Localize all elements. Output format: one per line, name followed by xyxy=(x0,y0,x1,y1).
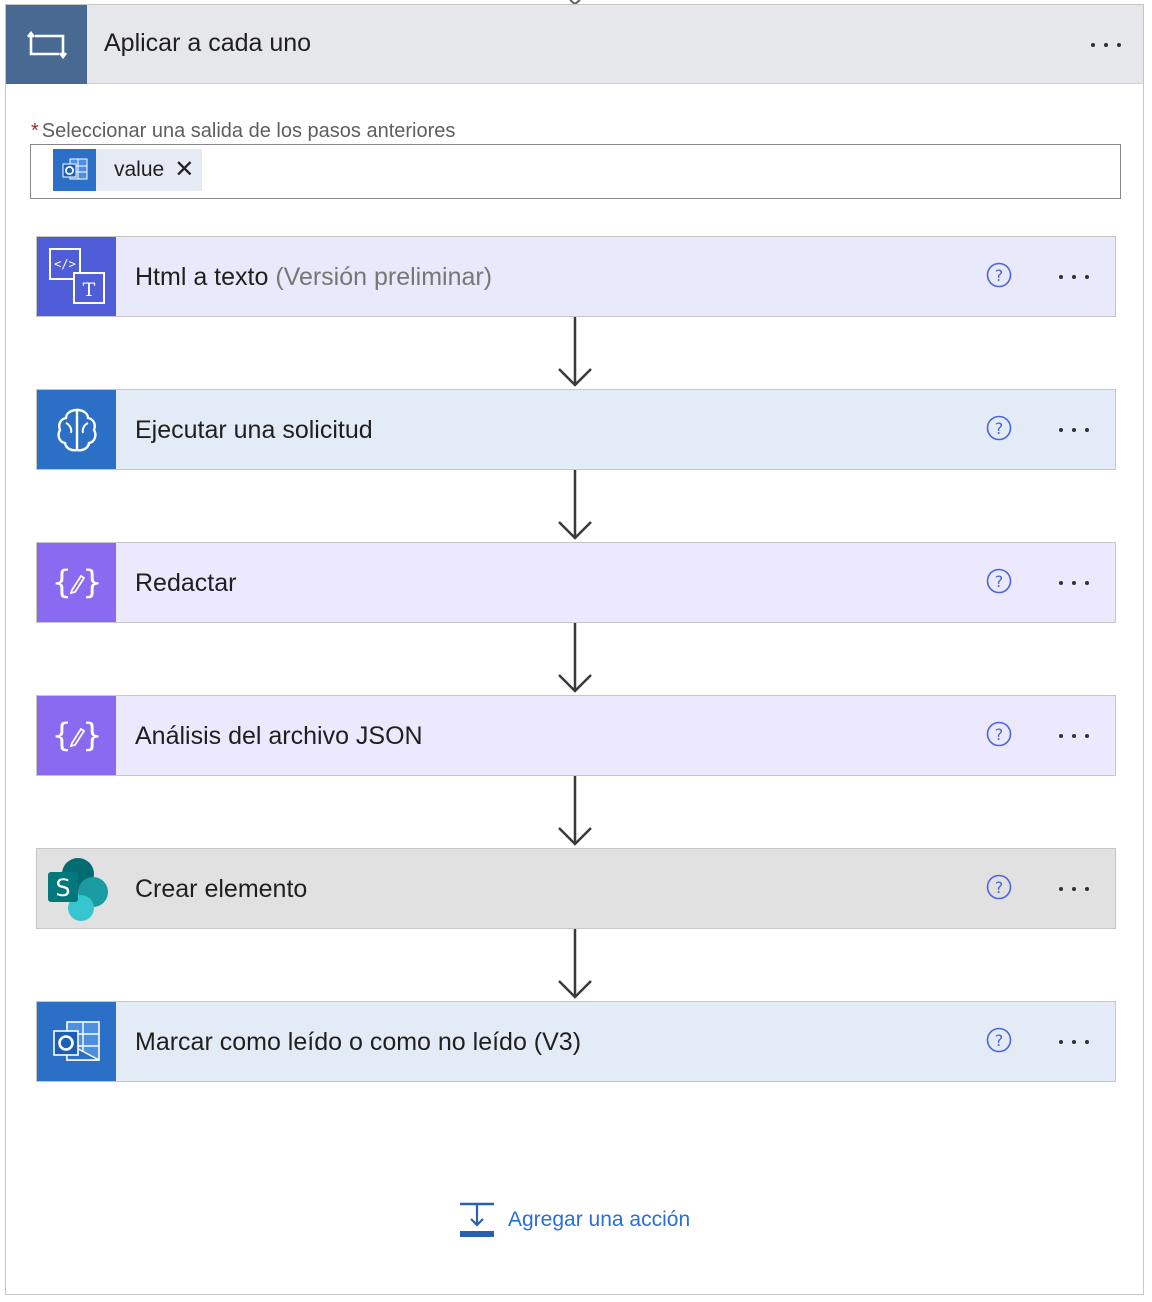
help-icon[interactable]: ? xyxy=(986,415,1012,441)
more-dot xyxy=(1104,43,1108,47)
more-dot xyxy=(1085,428,1089,432)
more-dot xyxy=(1085,887,1089,891)
connector-arrow xyxy=(558,317,592,387)
more-dot xyxy=(1059,275,1063,279)
action-card-html-to-text[interactable]: </> T Html a texto (Versión preliminar) … xyxy=(36,236,1116,317)
more-dot xyxy=(1059,428,1063,432)
help-icon[interactable]: ? xyxy=(986,568,1012,594)
loop-icon xyxy=(6,5,87,84)
add-action-button[interactable]: Agregar una acción xyxy=(458,1201,690,1239)
action-more-options-button[interactable] xyxy=(1059,581,1089,585)
svg-text:?: ? xyxy=(995,878,1004,897)
svg-text:</>: </> xyxy=(54,257,76,271)
add-action-label: Agregar una acción xyxy=(508,1208,691,1231)
compose-icon: { } xyxy=(37,543,116,622)
action-title-text: Html a texto xyxy=(135,263,269,291)
more-dot xyxy=(1085,1040,1089,1044)
more-dot xyxy=(1059,581,1063,585)
more-dot xyxy=(1085,581,1089,585)
help-icon[interactable]: ? xyxy=(986,262,1012,288)
svg-text:S: S xyxy=(55,874,70,902)
action-card-mark-read[interactable]: Marcar como leído o como no leído (V3) ? xyxy=(36,1001,1116,1082)
action-title: Marcar como leído o como no leído (V3) xyxy=(135,1028,582,1056)
more-dot xyxy=(1059,734,1063,738)
svg-text:T: T xyxy=(82,279,95,301)
select-output-input[interactable]: value ✕ xyxy=(30,144,1121,199)
connector-arrow xyxy=(558,623,592,693)
action-subtitle: (Versión preliminar) xyxy=(275,263,493,291)
brain-icon xyxy=(37,390,116,469)
action-more-options-button[interactable] xyxy=(1059,275,1089,279)
connector-arrow xyxy=(558,929,592,999)
connector-arrow xyxy=(558,776,592,846)
svg-text:?: ? xyxy=(995,266,1004,285)
more-dot xyxy=(1072,887,1076,891)
action-title: Análisis del archivo JSON xyxy=(135,722,423,750)
scope-header[interactable]: Aplicar a cada uno xyxy=(6,5,1143,84)
action-more-options-button[interactable] xyxy=(1059,887,1089,891)
help-icon[interactable]: ? xyxy=(986,1027,1012,1053)
svg-text:?: ? xyxy=(995,1031,1004,1050)
help-icon[interactable]: ? xyxy=(986,874,1012,900)
select-output-label-text: Seleccionar una salida de los pasos ante… xyxy=(41,120,456,142)
action-more-options-button[interactable] xyxy=(1059,1040,1089,1044)
scope-title: Aplicar a cada uno xyxy=(104,29,312,57)
action-card-create-item[interactable]: S Crear elemento ? xyxy=(36,848,1116,929)
token-label: value xyxy=(114,158,165,181)
svg-text:?: ? xyxy=(995,725,1004,744)
value-token[interactable]: value ✕ xyxy=(53,149,202,191)
html-to-text-icon: </> T xyxy=(37,237,116,316)
more-dot xyxy=(1072,1040,1076,1044)
action-title: Redactar xyxy=(135,569,237,597)
required-mark: * xyxy=(31,120,39,142)
more-dot xyxy=(1059,1040,1063,1044)
more-dot xyxy=(1085,275,1089,279)
more-dot xyxy=(1091,43,1095,47)
outlook-icon xyxy=(53,149,96,191)
more-dot xyxy=(1072,734,1076,738)
action-title: Ejecutar una solicitud xyxy=(135,416,373,444)
action-card-parse-json[interactable]: { } Análisis del archivo JSON ? xyxy=(36,695,1116,776)
compose-icon: { } xyxy=(37,696,116,775)
more-dot xyxy=(1085,734,1089,738)
action-title: Html a texto (Versión preliminar) xyxy=(135,263,492,292)
more-dot xyxy=(1072,581,1076,585)
action-card-compose[interactable]: { } Redactar ? xyxy=(36,542,1116,623)
more-dot xyxy=(1072,428,1076,432)
action-more-options-button[interactable] xyxy=(1059,428,1089,432)
apply-to-each-scope: Aplicar a cada uno * Seleccionar una sali… xyxy=(5,4,1144,1295)
add-action-icon xyxy=(460,1202,494,1237)
action-title: Crear elemento xyxy=(135,875,308,903)
remove-token-icon[interactable]: ✕ xyxy=(174,158,194,182)
action-card-run-prompt[interactable]: Ejecutar una solicitud ? xyxy=(36,389,1116,470)
action-more-options-button[interactable] xyxy=(1059,734,1089,738)
more-dot xyxy=(1059,887,1063,891)
select-output-label: * Seleccionar una salida de los pasos ant… xyxy=(31,120,455,143)
svg-text:?: ? xyxy=(995,419,1004,438)
svg-text:?: ? xyxy=(995,572,1004,591)
more-dot xyxy=(1117,43,1121,47)
help-icon[interactable]: ? xyxy=(986,721,1012,747)
outlook-icon xyxy=(37,1002,116,1081)
connector-arrow xyxy=(558,470,592,540)
more-dot xyxy=(1072,275,1076,279)
scope-more-options-button[interactable] xyxy=(1091,43,1121,47)
sharepoint-icon: S xyxy=(37,849,116,928)
